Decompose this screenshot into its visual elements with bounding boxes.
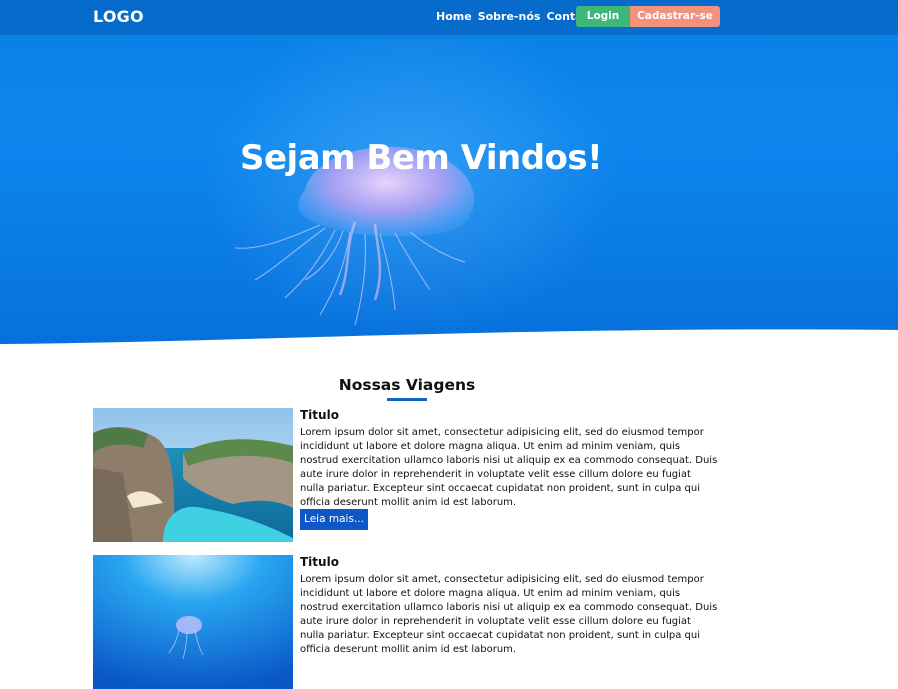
- read-more-button[interactable]: Leia mais...: [300, 509, 368, 530]
- trip-card: Titulo Lorem ipsum dolor sit amet, conse…: [93, 408, 718, 542]
- login-button[interactable]: Login: [576, 6, 630, 27]
- nav-links: Home Sobre-nós Contato: [436, 10, 595, 23]
- trip-image-beach: [93, 408, 293, 542]
- trip-card-title: Titulo: [300, 408, 339, 422]
- section-title: Nossas Viagens: [338, 376, 476, 394]
- trip-card-description: Lorem ipsum dolor sit amet, consectetur …: [300, 574, 718, 655]
- nav-link-sobre-nos[interactable]: Sobre-nós: [478, 10, 541, 23]
- hero-wave-divider: [0, 329, 898, 348]
- signup-button[interactable]: Cadastrar-se: [630, 6, 720, 27]
- logo[interactable]: LOGO: [93, 7, 144, 26]
- hero-title: Sejam Bem Vindos!: [240, 138, 603, 178]
- trip-card: Titulo Lorem ipsum dolor sit amet, conse…: [93, 555, 718, 689]
- trip-image-jellyfish: [93, 555, 293, 689]
- trip-card-description: Lorem ipsum dolor sit amet, consectetur …: [300, 427, 718, 508]
- trip-card-title: Titulo: [300, 555, 339, 569]
- section-title-underline: [387, 398, 427, 401]
- nav-link-home[interactable]: Home: [436, 10, 472, 23]
- top-navbar: LOGO Home Sobre-nós Contato Login Cadast…: [0, 0, 898, 35]
